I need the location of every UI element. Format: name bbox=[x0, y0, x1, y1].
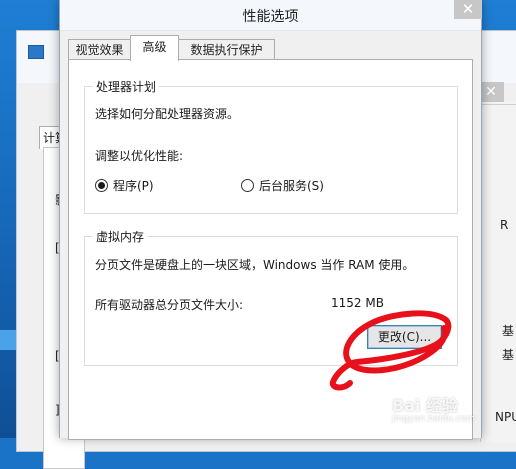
optimize-label: 调整以优化性能: bbox=[95, 149, 184, 163]
close-icon[interactable]: ✕ bbox=[454, 0, 482, 19]
processor-description: 选择如何分配处理器资源。 bbox=[95, 107, 240, 121]
total-paging-file-label: 所有驱动器总分页文件大小: bbox=[95, 298, 244, 312]
total-paging-file-value: 1152 MB bbox=[331, 296, 384, 310]
advanced-tab-panel: 处理器计划 选择如何分配处理器资源。 调整以优化性能: 程序(P) 后台服务(S… bbox=[68, 59, 473, 440]
background-services-radio[interactable] bbox=[241, 179, 254, 192]
processor-scheduling-group: 处理器计划 选择如何分配处理器资源。 调整以优化性能: 程序(P) 后台服务(S… bbox=[84, 78, 458, 214]
change-button[interactable]: 更改(C)... bbox=[367, 325, 442, 349]
dialog-title: 性能选项 bbox=[242, 9, 299, 25]
virtual-memory-label: 虚拟内存 bbox=[93, 228, 148, 245]
desktop-taskbar-strip bbox=[0, 330, 16, 350]
programs-radio[interactable] bbox=[95, 179, 108, 192]
background-right-panel bbox=[480, 102, 516, 442]
background-label: R bbox=[500, 218, 509, 232]
processor-scheduling-label: 处理器计划 bbox=[93, 78, 160, 95]
background-label: 基 bbox=[502, 324, 515, 338]
virtual-memory-description: 分页文件是硬盘上的一块区域，Windows 当作 RAM 使用。 bbox=[95, 258, 415, 272]
tab-data-execution-prevention[interactable]: 数据执行保护 bbox=[178, 39, 275, 60]
background-label: 基 bbox=[502, 348, 515, 362]
programs-radio-label[interactable]: 程序(P) bbox=[113, 177, 154, 194]
performance-options-dialog: 性能选项 ✕ 视觉效果 高级 数据执行保护 处理器计划 选择如何分配处理器资源。… bbox=[59, 0, 482, 440]
background-services-radio-label[interactable]: 后台服务(S) bbox=[259, 177, 324, 194]
watermark-text: Bai 经验 bbox=[392, 396, 459, 415]
background-label: NPU bbox=[495, 410, 516, 424]
baidu-watermark: Bai 经验 jingyan.baidu.com bbox=[392, 392, 475, 424]
watermark-sub: jingyan.baidu.com bbox=[392, 414, 476, 424]
computer-icon bbox=[28, 45, 44, 59]
dialog-titlebar: 性能选项 bbox=[60, 0, 481, 31]
radio-selected-dot bbox=[98, 182, 105, 189]
divider bbox=[478, 104, 516, 105]
tab-advanced[interactable]: 高级 bbox=[130, 35, 179, 61]
tab-visual-effects[interactable]: 视觉效果 bbox=[68, 39, 131, 60]
